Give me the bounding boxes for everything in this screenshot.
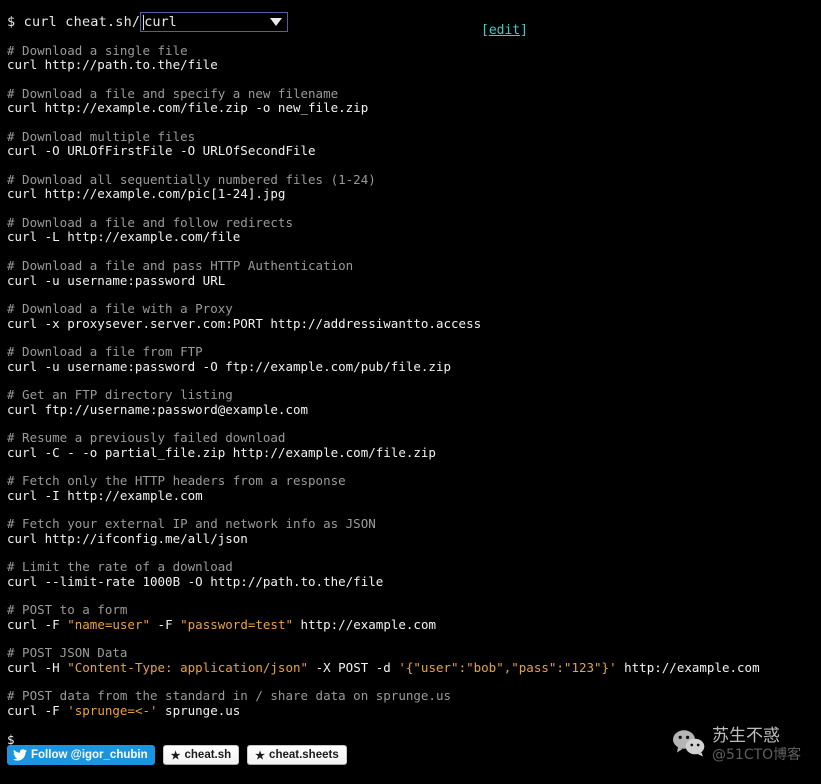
- edit-close-bracket: ]: [520, 23, 528, 38]
- terminal-command-line: curl -F 'sprunge=<-' sprunge.us: [7, 702, 821, 718]
- github-star-button-cheat-sheets[interactable]: ★ cheat.sheets: [247, 745, 347, 765]
- terminal-command-line: curl -H "Content-Type: application/json"…: [7, 659, 821, 675]
- command-string-literal: '{"user":"bob","pass":"123"}': [398, 659, 617, 675]
- chevron-down-icon[interactable]: [270, 18, 283, 26]
- terminal-comment-line: # Download multiple files: [7, 129, 196, 145]
- github-star-label-cheat-sh: cheat.sh: [184, 749, 232, 761]
- command-string-literal: "password=test": [180, 616, 294, 632]
- command-text: curl -O URLOfFirstFile -O URLOfSecondFil…: [7, 143, 316, 159]
- command-text: curl -F: [7, 616, 68, 632]
- github-star-label-cheat-sheets: cheat.sheets: [269, 749, 339, 761]
- terminal-comment-line: # Limit the rate of a download: [7, 559, 233, 575]
- twitter-bird-icon: [13, 749, 27, 761]
- watermark-name: 苏生不惑: [712, 726, 780, 746]
- command-text: -X POST -d: [308, 659, 399, 675]
- command-text: sprunge.us: [157, 702, 241, 718]
- watermark-handle: @51CTO博客: [712, 746, 802, 763]
- query-prompt-bar: $ curl cheat.sh/: [7, 10, 289, 34]
- command-text: curl http://path.to.the/file: [7, 57, 218, 73]
- edit-link[interactable]: [edit]: [481, 23, 528, 38]
- terminal-command-line: curl -u username:password -O ftp://examp…: [7, 358, 821, 374]
- terminal-comment-line: # Get an FTP directory listing: [7, 387, 233, 403]
- terminal-command-line: curl -I http://example.com: [7, 487, 821, 503]
- command-text: curl -C - -o partial_file.zip http://exa…: [7, 444, 436, 460]
- github-star-button-cheat-sh[interactable]: ★ cheat.sh: [162, 745, 240, 765]
- terminal-comment-line: # Download a file and pass HTTP Authenti…: [7, 258, 354, 274]
- terminal-command-line: curl http://ifconfig.me/all/json: [7, 530, 821, 546]
- terminal-comment-line: # Download a file and specify a new file…: [7, 86, 339, 102]
- edit-label: edit: [488, 23, 521, 38]
- terminal-comment-line: # Resume a previously failed download: [7, 430, 286, 446]
- command-text: curl -H: [7, 659, 68, 675]
- terminal-command-line: curl -O URLOfFirstFile -O URLOfSecondFil…: [7, 144, 821, 158]
- terminal-command-line: curl -F "name=user" -F "password=test" h…: [7, 616, 821, 632]
- command-text: curl -F: [7, 702, 68, 718]
- terminal-comment-line: # POST data from the standard in / share…: [7, 688, 452, 704]
- terminal-command-line: curl -L http://example.com/file: [7, 230, 821, 244]
- command-text: curl -u username:password -O ftp://examp…: [7, 358, 452, 374]
- command-text: curl -u username:password URL: [7, 272, 226, 288]
- terminal-command-line: curl http://path.to.the/file: [7, 58, 821, 72]
- command-text: http://example.com: [616, 659, 760, 675]
- terminal-command-line: curl -C - -o partial_file.zip http://exa…: [7, 444, 821, 460]
- terminal-comment-line: # Fetch only the HTTP headers from a res…: [7, 473, 346, 489]
- terminal-comment-line: # Download a file with a Proxy: [7, 301, 233, 317]
- command-string-literal: "Content-Type: application/json": [67, 659, 309, 675]
- watermark: 苏生不惑 @51CTO博客: [672, 726, 802, 763]
- wechat-icon: [672, 729, 706, 761]
- terminal-comment-line: # POST JSON Data: [7, 645, 128, 661]
- terminal-command-line: curl -x proxysever.server.com:PORT http:…: [7, 315, 821, 331]
- terminal-command-line: curl ftp://username:password@example.com: [7, 401, 821, 417]
- twitter-follow-button[interactable]: Follow @igor_chubin: [7, 745, 155, 765]
- command-text: curl http://example.com/file.zip -o new_…: [7, 100, 369, 116]
- terminal-comment-line: # Download a single file: [7, 43, 188, 58]
- star-icon: ★: [255, 749, 266, 762]
- twitter-follow-label: Follow @igor_chubin: [31, 749, 148, 761]
- text-caret: [143, 15, 145, 30]
- command-text: curl -x proxysever.server.com:PORT http:…: [7, 315, 482, 331]
- terminal-command-line: curl -u username:password URL: [7, 272, 821, 288]
- terminal-comment-line: # Download all sequentially numbered fil…: [7, 172, 376, 188]
- command-text: curl http://example.com/pic[1-24].jpg: [7, 186, 286, 202]
- terminal-command-line: curl --limit-rate 1000B -O http://path.t…: [7, 573, 821, 589]
- cheatsheet-terminal-output: # Download a single file curl http://path…: [7, 43, 821, 747]
- command-text: curl --limit-rate 1000B -O http://path.t…: [7, 573, 384, 589]
- command-text: curl -L http://example.com/file: [7, 229, 241, 245]
- terminal-command-line: curl http://example.com/pic[1-24].jpg: [7, 187, 821, 201]
- terminal-comment-line: # POST to a form: [7, 602, 128, 618]
- command-text: curl ftp://username:password@example.com: [7, 401, 309, 417]
- command-text: curl http://ifconfig.me/all/json: [7, 530, 248, 546]
- command-string-literal: 'sprunge=<-': [67, 702, 158, 718]
- terminal-comment-line: # Download a file and follow redirects: [7, 215, 293, 231]
- cheatsheet-query-input[interactable]: [141, 13, 265, 31]
- command-text: curl -I http://example.com: [7, 487, 203, 503]
- terminal-command-line: curl http://example.com/file.zip -o new_…: [7, 101, 821, 115]
- terminal-comment-line: # Download a file from FTP: [7, 344, 203, 360]
- command-text: -F: [150, 616, 181, 632]
- command-text: http://example.com: [293, 616, 437, 632]
- edit-open-bracket: [: [481, 23, 489, 38]
- terminal-comment-line: # Fetch your external IP and network inf…: [7, 516, 376, 532]
- social-button-bar: Follow @igor_chubin ★ cheat.sh ★ cheat.s…: [7, 745, 347, 765]
- cheatsheet-query-combobox[interactable]: [140, 12, 289, 32]
- star-icon: ★: [170, 749, 181, 762]
- shell-prompt-prefix: $ curl cheat.sh/: [7, 14, 141, 30]
- command-string-literal: "name=user": [67, 616, 151, 632]
